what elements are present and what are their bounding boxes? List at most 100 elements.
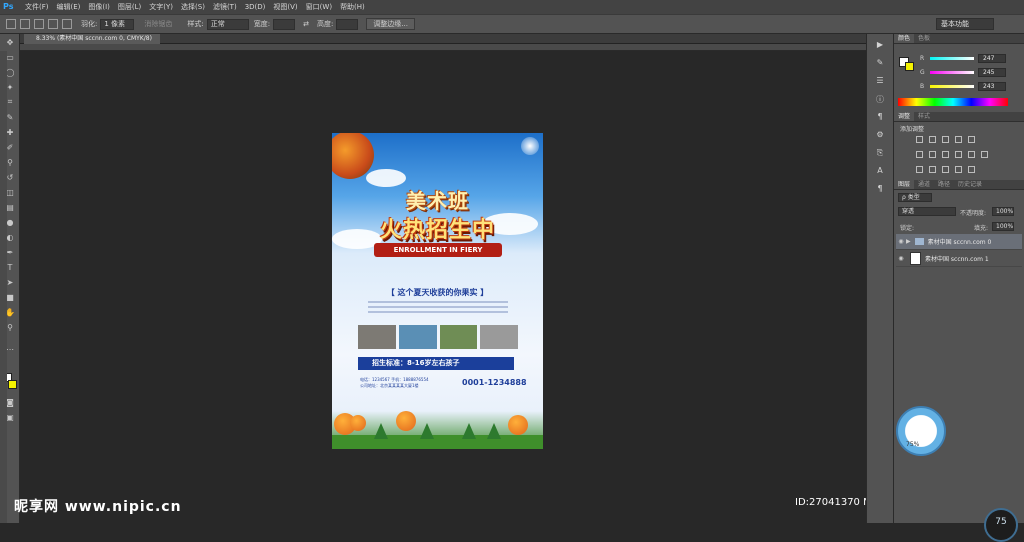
glyphs-icon[interactable]: ¶	[873, 184, 887, 196]
subtract-selection-icon[interactable]	[48, 19, 58, 29]
assistant-bubble[interactable]: 75%	[896, 406, 946, 456]
poster-pine-tree	[487, 423, 501, 439]
poster-ribbon: ENROLLMENT IN FIERY	[374, 243, 502, 257]
layer-kind-filter[interactable]: ρ 类型	[898, 193, 932, 202]
swap-icon[interactable]: ⇄	[303, 20, 309, 28]
menu-window[interactable]: 窗口(W)	[302, 2, 336, 12]
height-input[interactable]	[336, 18, 359, 30]
properties-icon[interactable]: ☰	[873, 76, 887, 88]
vibrance-icon[interactable]	[968, 136, 975, 143]
tab-color[interactable]: 颜色	[894, 34, 915, 43]
background-color-swatch[interactable]	[8, 380, 17, 389]
menu-select[interactable]: 选择(S)	[177, 2, 209, 12]
expand-arrow-icon[interactable]: ▶	[906, 238, 911, 245]
layer-thumbnail	[910, 252, 921, 265]
poster-photo	[439, 325, 478, 349]
menu-3d[interactable]: 3D(D)	[241, 3, 270, 11]
menu-filter[interactable]: 滤镜(T)	[209, 2, 241, 12]
levels-icon[interactable]	[929, 136, 936, 143]
new-selection-icon[interactable]	[20, 19, 30, 29]
collapsed-panel-dock: ▶ ✎ ☰ ⓘ ¶ ⚙ ⎘ A ¶	[866, 34, 894, 523]
color-lookup-icon[interactable]	[981, 151, 988, 158]
bubble-percent: 75%	[906, 441, 920, 448]
antialias-checkbox[interactable]: 消除锯齿	[144, 19, 172, 29]
tab-adjustments[interactable]: 调整	[894, 112, 915, 121]
channel-mixer-icon[interactable]	[968, 151, 975, 158]
menu-image[interactable]: 图像(I)	[84, 2, 114, 12]
invert-icon[interactable]	[916, 166, 923, 173]
tab-layers[interactable]: 图层	[894, 180, 915, 189]
layer-name: 素材中国 sccnn.com 1	[925, 256, 989, 263]
blend-mode-select[interactable]: 穿透	[898, 207, 956, 216]
color-b-value[interactable]: 243	[978, 82, 1006, 91]
photo-filter-icon[interactable]	[955, 151, 962, 158]
poster-orange-tree	[396, 411, 416, 431]
color-balance-icon[interactable]	[929, 151, 936, 158]
color-b-slider[interactable]	[930, 85, 974, 88]
play-icon[interactable]: ▶	[873, 40, 887, 52]
eye-icon[interactable]: ◉	[896, 238, 906, 245]
brightness-icon[interactable]	[916, 136, 923, 143]
menu-layer[interactable]: 图层(L)	[114, 2, 145, 12]
document-tab[interactable]: 8.33% (素材中国 sccnn.com 0, CMYK/8)	[24, 34, 160, 44]
tab-channels[interactable]: 通道	[914, 180, 934, 189]
hue-saturation-icon[interactable]	[916, 151, 923, 158]
poster-artwork[interactable]: 美术班 火热招生中 ENROLLMENT IN FIERY 【 这个夏天收获的你…	[332, 133, 543, 449]
color-panel-background[interactable]	[905, 62, 914, 71]
brush-presets-icon[interactable]: ✎	[873, 58, 887, 70]
poster-sun	[521, 137, 539, 155]
opacity-input[interactable]: 100%	[992, 207, 1014, 216]
tab-styles[interactable]: 样式	[914, 112, 934, 121]
selective-color-icon[interactable]	[968, 166, 975, 173]
character-icon[interactable]: A	[873, 166, 887, 178]
refine-edge-button[interactable]: 调整边缘...	[366, 18, 415, 30]
color-b-row: B 243	[920, 82, 1006, 91]
intersect-selection-icon[interactable]	[62, 19, 72, 29]
clone-source-icon[interactable]: ⎘	[873, 148, 887, 160]
poster-pine-tree	[374, 423, 388, 439]
curves-icon[interactable]	[942, 136, 949, 143]
poster-orange-tree	[350, 415, 366, 431]
color-r-slider[interactable]	[930, 57, 974, 60]
move-tool-icon[interactable]: ✥	[3, 36, 17, 48]
info-icon[interactable]: ⓘ	[873, 94, 887, 106]
gradient-map-icon[interactable]	[955, 166, 962, 173]
marquee-tool-icon[interactable]	[6, 19, 16, 29]
poster-photo-strip	[358, 325, 518, 349]
menu-help[interactable]: 帮助(H)	[336, 2, 369, 12]
color-spectrum[interactable]	[898, 98, 1008, 106]
menu-file[interactable]: 文件(F)	[21, 2, 53, 12]
posterize-icon[interactable]	[929, 166, 936, 173]
tool-presets-icon[interactable]: ⚙	[873, 130, 887, 142]
feather-input[interactable]: 1 像素	[100, 18, 135, 30]
menu-type[interactable]: 文字(Y)	[145, 2, 177, 12]
threshold-icon[interactable]	[942, 166, 949, 173]
color-g-value[interactable]: 245	[978, 68, 1006, 77]
menu-view[interactable]: 视图(V)	[269, 2, 301, 12]
poster-phone: 0001-1234888	[462, 378, 527, 387]
adjustments-title: 添加调整	[900, 126, 925, 133]
color-r-value[interactable]: 247	[978, 54, 1006, 63]
exposure-icon[interactable]	[955, 136, 962, 143]
performance-gauge[interactable]: 75	[984, 508, 1018, 542]
workspace-select[interactable]: 基本功能	[936, 18, 994, 30]
layer-row[interactable]: ◉ 素材中国 sccnn.com 1	[896, 251, 1022, 267]
poster-photo	[398, 325, 437, 349]
tab-swatches[interactable]: 色板	[914, 34, 934, 43]
width-input[interactable]	[273, 18, 296, 30]
poster-title-line1: 美术班	[406, 189, 469, 213]
style-select[interactable]: 正常	[206, 18, 249, 30]
eye-icon[interactable]: ◉	[896, 255, 906, 262]
tab-paths[interactable]: 路径	[934, 180, 954, 189]
color-g-slider[interactable]	[930, 71, 974, 74]
add-selection-icon[interactable]	[34, 19, 44, 29]
paragraph-icon[interactable]: ¶	[873, 112, 887, 124]
tab-history[interactable]: 历史记录	[954, 180, 986, 189]
fill-input[interactable]: 100%	[992, 222, 1014, 231]
poster-orange-tree	[508, 415, 528, 435]
menu-edit[interactable]: 编辑(E)	[53, 2, 85, 12]
layer-row-group[interactable]: ◉ ▶ 素材中国 sccnn.com 0	[896, 234, 1022, 250]
fill-label: 填充:	[974, 225, 989, 232]
horizontal-ruler	[20, 44, 866, 51]
black-white-icon[interactable]	[942, 151, 949, 158]
